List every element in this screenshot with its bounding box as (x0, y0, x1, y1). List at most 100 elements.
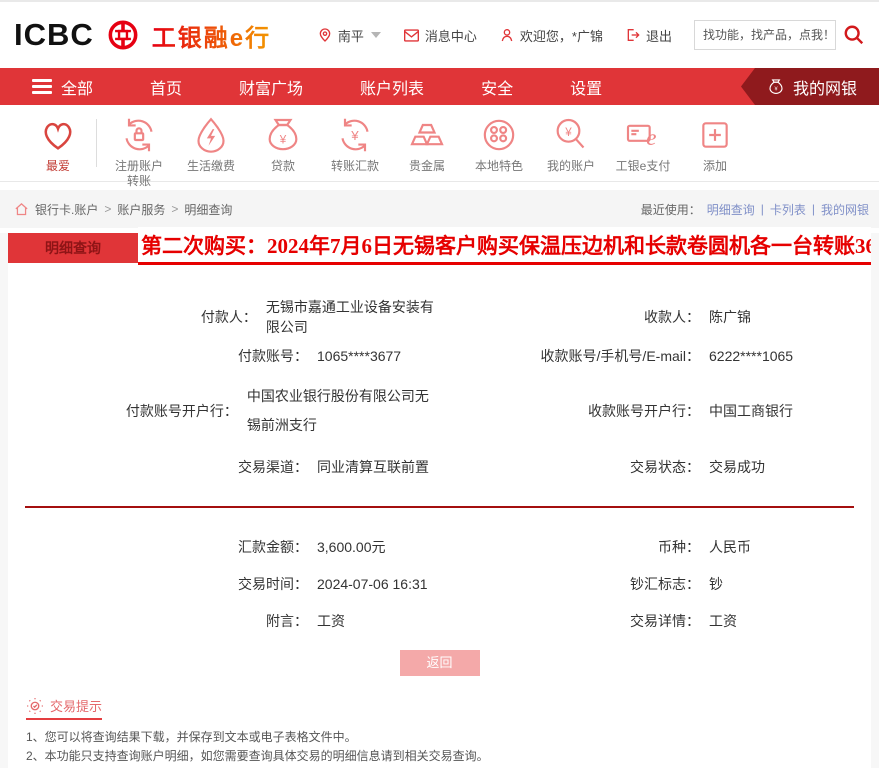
detail-info-label: 交易详情： (440, 611, 700, 631)
logout-icon (625, 27, 641, 43)
content-area: 明细查询 第二次购买：2024年7月6日无锡客户购买保温压边机和长款卷圆机各一台… (0, 233, 879, 768)
payer-bank-value: 中国农业银行股份有限公司无锡前洲支行 (247, 382, 440, 441)
tips-section: 交易提示 1、您可以将查询结果下载，并保存到文本或电子表格文件中。 2、本功能只… (8, 696, 871, 768)
recent-link-detail-query[interactable]: 明细查询 (707, 201, 755, 218)
toolbar-item-life-payment[interactable]: 生活缴费 (175, 115, 247, 174)
toolbar-item-precious-metals[interactable]: 贵金属 (391, 115, 463, 174)
welcome-user[interactable]: 欢迎您，*广锦 (499, 26, 603, 45)
payer-account-label: 付款账号： (8, 346, 308, 366)
detail-row: 附言： 工资 交易详情： 工资 (8, 602, 871, 639)
toolbar-divider (96, 119, 97, 167)
svg-text:¥: ¥ (564, 126, 572, 139)
nav-item-accounts[interactable]: 账户列表 (360, 75, 424, 99)
main-nav: 全部 首页 财富广场 账户列表 安全 设置 ¥ 我的网银 (0, 68, 879, 105)
breadcrumb-item-bankcard[interactable]: 银行卡.账户 (35, 201, 98, 218)
tips-title: 交易提示 (50, 696, 102, 715)
detail-row: 付款账号： 1065****3677 收款账号/手机号/E-mail： 6222… (8, 337, 871, 374)
logout-label: 退出 (646, 26, 672, 45)
detail-row: 交易渠道： 同业清算互联前置 交易状态： 交易成功 (8, 448, 871, 485)
payee-account-value: 6222****1065 (709, 348, 793, 364)
icbc-logo-text: ICBC (14, 17, 94, 53)
nav-label-all: 全部 (61, 75, 93, 99)
toolbar-item-favorites[interactable]: 最爱 (22, 115, 94, 174)
water-drop-bolt-icon (191, 115, 231, 155)
toolbar-item-add[interactable]: 添加 (679, 115, 751, 174)
tip-item: 2、本功能只支持查询账户明细，如您需要查询具体交易的明细信息请到相关交易查询。 (26, 748, 871, 764)
nav-item-security[interactable]: 安全 (481, 75, 513, 99)
my-ebank-button[interactable]: ¥ 我的网银 (741, 68, 879, 105)
toolbar-label: 我的账户 (547, 159, 595, 174)
breadcrumb-separator: > (104, 202, 111, 216)
toolbar-label: 本地特色 (475, 159, 523, 174)
heart-icon (38, 115, 78, 155)
gold-ingots-icon (407, 115, 447, 155)
nav-item-home[interactable]: 首页 (150, 75, 182, 99)
brand-name: 工银融e行 (152, 18, 271, 53)
tips-list: 1、您可以将查询结果下载，并保存到文本或电子表格文件中。 2、本功能只支持查询账… (26, 729, 871, 768)
recent-label: 最近使用： (641, 201, 701, 218)
breadcrumb: 银行卡.账户 > 账户服务 > 明细查询 (14, 201, 232, 218)
toolbar-item-local-features[interactable]: 本地特色 (463, 115, 535, 174)
search-input[interactable] (694, 20, 836, 50)
user-icon (499, 27, 515, 43)
payer-label: 付款人： (8, 307, 257, 327)
payer-account-value: 1065****3677 (317, 348, 401, 364)
add-icon (695, 115, 735, 155)
toolbar-label: 贵金属 (409, 159, 445, 174)
detail-row: 付款账号开户行： 中国农业银行股份有限公司无锡前洲支行 收款账号开户行： 中国工… (8, 374, 871, 448)
channel-label: 交易渠道： (8, 457, 308, 477)
home-icon[interactable] (14, 202, 29, 217)
payee-account-label: 收款账号/手机号/E-mail： (440, 346, 700, 366)
breadcrumb-row: 银行卡.账户 > 账户服务 > 明细查询 最近使用： 明细查询 | 卡列表 | … (0, 190, 879, 228)
toolbar-item-transfer-remit[interactable]: ¥ 转账汇款 (319, 115, 391, 174)
money-bag-icon: ¥ (767, 78, 785, 96)
local-features-icon (479, 115, 519, 155)
recent-link-card-list[interactable]: 卡列表 (770, 201, 806, 218)
toolbar-label: 生活缴费 (187, 159, 235, 174)
svg-text:¥: ¥ (279, 133, 287, 146)
search-icon[interactable] (843, 24, 865, 46)
time-value: 2024-07-06 16:31 (317, 576, 428, 592)
toolbar-item-register-transfer[interactable]: 注册账户 转账 (103, 115, 175, 189)
toolbar-item-loans[interactable]: ¥ 贷款 (247, 115, 319, 174)
message-center-link[interactable]: 消息中心 (403, 26, 477, 45)
breadcrumb-item-account-service[interactable]: 账户服务 (117, 201, 165, 218)
breadcrumb-item-detail-query[interactable]: 明细查询 (184, 201, 232, 218)
nav-item-settings[interactable]: 设置 (570, 75, 602, 99)
tab-detail-query[interactable]: 明细查询 (8, 233, 138, 263)
toolbar-item-my-account[interactable]: ¥ 我的账户 (535, 115, 607, 174)
recent-link-my-ebank[interactable]: 我的网银 (821, 201, 869, 218)
svg-text:e: e (646, 125, 656, 151)
memo-value: 工资 (317, 611, 345, 631)
location-label: 南平 (338, 26, 364, 45)
logout-button[interactable]: 退出 (625, 26, 672, 45)
detail-info-value: 工资 (709, 611, 737, 631)
location-selector[interactable]: 南平 (317, 26, 381, 45)
time-label: 交易时间： (8, 574, 308, 594)
nav-item-all[interactable]: 全部 (32, 75, 93, 99)
payee-label: 收款人： (440, 307, 700, 327)
breadcrumb-separator: > (171, 202, 178, 216)
detail-row: 汇款金额： 3,600.00元 币种： 人民币 (8, 528, 871, 565)
nav-label-settings: 设置 (570, 75, 602, 99)
message-center-label: 消息中心 (425, 26, 477, 45)
back-button[interactable]: 返回 (400, 650, 480, 676)
payer-value: 无锡市嘉通工业设备安装有限公司 (266, 297, 440, 337)
nav-label-accounts: 账户列表 (360, 75, 424, 99)
recent-separator: | (761, 202, 764, 216)
magnifier-yuan-icon: ¥ (551, 115, 591, 155)
memo-label: 附言： (8, 611, 308, 631)
detail-row: 付款人： 无锡市嘉通工业设备安装有限公司 收款人： 陈广锦 (8, 297, 871, 337)
icbc-logo: ICBC 工银融e行 (14, 16, 271, 54)
amount-label: 汇款金额： (8, 537, 308, 557)
nav-item-wealth[interactable]: 财富广场 (239, 75, 303, 99)
toolbar-item-epay[interactable]: e 工银e支付 (607, 115, 679, 174)
chevron-down-icon (371, 32, 381, 38)
location-pin-icon (317, 27, 333, 43)
welcome-label: 欢迎您，*广锦 (520, 26, 603, 45)
toolbar-label: 添加 (703, 159, 727, 174)
payee-value: 陈广锦 (709, 307, 751, 327)
quick-toolbar: 最爱 注册账户 转账 生活缴费 ¥ (0, 105, 879, 182)
svg-text:¥: ¥ (350, 128, 359, 143)
detail-row: 交易时间： 2024-07-06 16:31 钞汇标志： 钞 (8, 565, 871, 602)
